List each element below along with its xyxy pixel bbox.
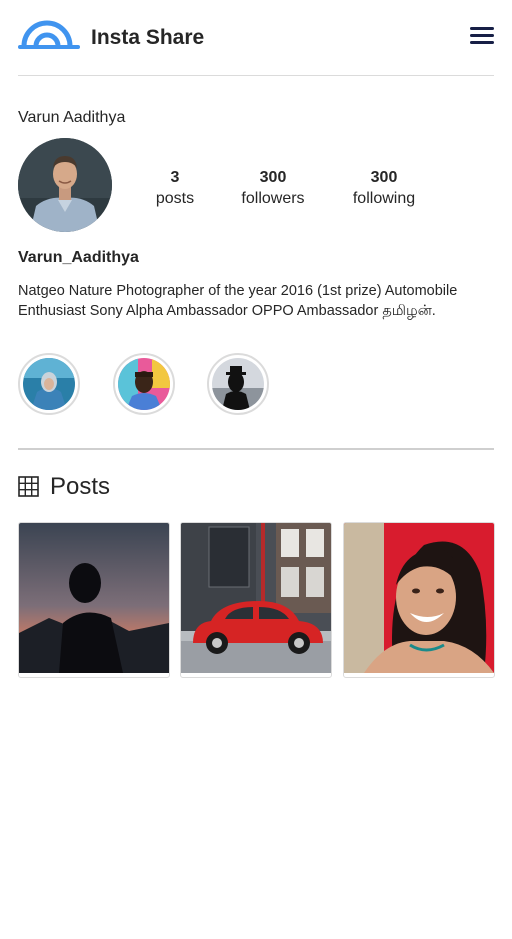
bio: Natgeo Nature Photographer of the year 2… (18, 283, 458, 319)
post-silhouette[interactable] (18, 522, 170, 678)
story-3[interactable] (207, 353, 269, 415)
story-2[interactable] (113, 353, 175, 415)
stat-followers[interactable]: 300 followers (232, 167, 314, 209)
stat-following[interactable]: 300 following (344, 167, 424, 209)
following-label: following (352, 190, 416, 207)
post-red-car[interactable] (180, 522, 332, 678)
posts-count: 3 (170, 169, 180, 186)
hamburger-menu-icon[interactable] (470, 27, 494, 47)
avatar (18, 138, 112, 232)
profile-name: Varun Aadithya (18, 109, 126, 126)
posts-label: posts (155, 190, 195, 207)
section-divider (18, 448, 494, 450)
arch-logo-icon[interactable] (18, 18, 80, 52)
posts-title: Posts (50, 473, 111, 500)
post-smiling-woman[interactable] (343, 522, 495, 678)
stat-posts[interactable]: 3 posts (146, 167, 204, 209)
story-1[interactable] (18, 353, 80, 415)
followers-count: 300 (259, 169, 287, 186)
app-header: Insta Share (18, 0, 494, 76)
grid-icon (18, 476, 39, 497)
followers-label: followers (241, 190, 305, 207)
following-count: 300 (370, 169, 398, 186)
app-title: Insta Share (91, 26, 205, 49)
username: Varun_Aadithya (18, 249, 139, 266)
